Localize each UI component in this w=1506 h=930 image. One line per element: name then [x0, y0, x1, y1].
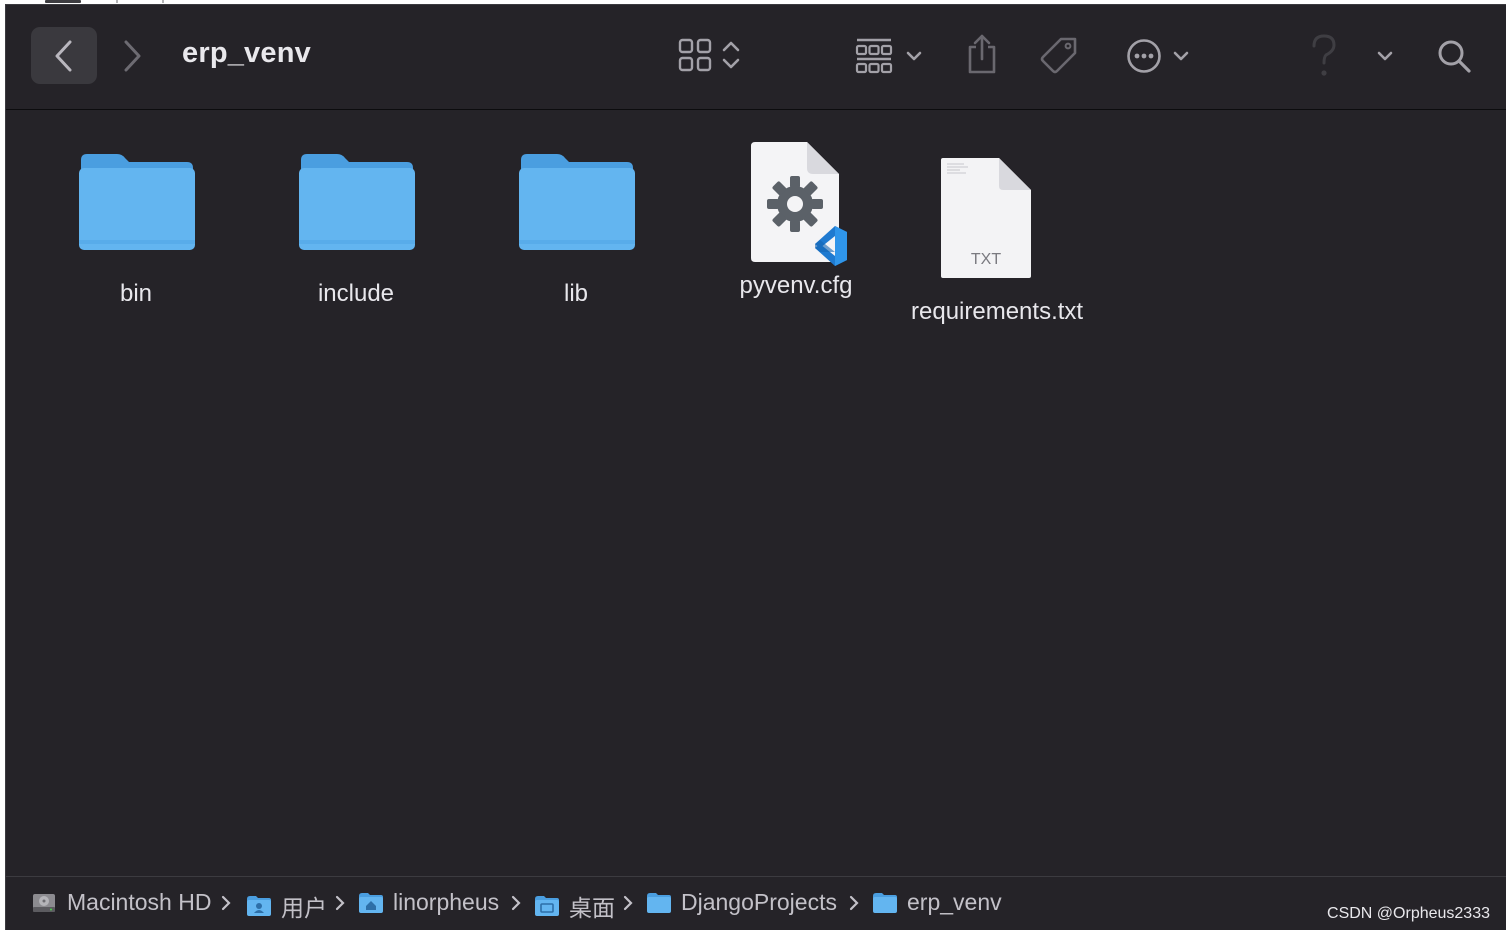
path-item-djangoprojects[interactable]: DjangoProjects — [646, 889, 837, 916]
folder-icon — [647, 892, 671, 913]
chevron-down-icon — [1377, 51, 1393, 61]
watermark: CSDN @Orpheus2333 — [1327, 905, 1490, 922]
toolbar: erp_venv — [6, 5, 1506, 110]
folder-icon — [519, 154, 635, 250]
path-item-label: 桌面 — [569, 895, 615, 921]
forward-button[interactable] — [110, 27, 154, 84]
folder-icon — [873, 892, 897, 913]
chevron-right-icon — [510, 894, 522, 917]
path-item-users[interactable]: 用户 — [246, 889, 327, 923]
chevron-down-icon — [906, 51, 922, 61]
file-item-label: pyvenv.cfg — [739, 272, 853, 299]
path-item-macintosh-hd[interactable]: Macintosh HD — [30, 889, 211, 916]
users-folder-icon — [247, 896, 271, 916]
view-mode-button[interactable] — [674, 35, 746, 75]
back-button[interactable] — [31, 27, 97, 84]
share-button[interactable] — [961, 31, 1003, 77]
search-button[interactable] — [1434, 35, 1474, 77]
chevron-up-down-icon — [722, 41, 740, 69]
file-item-include[interactable]: include — [281, 150, 431, 308]
help-button[interactable] — [1306, 31, 1342, 81]
txt-badge: TXT — [971, 251, 1001, 268]
tags-button[interactable] — [1036, 33, 1082, 79]
path-item-label: erp_venv — [907, 889, 1002, 915]
share-icon — [968, 34, 996, 74]
grid-view-icon — [678, 38, 712, 72]
group-button[interactable] — [851, 35, 927, 77]
tag-icon — [1040, 37, 1077, 74]
window-title: erp_venv — [182, 37, 311, 69]
path-item-erp-venv[interactable]: erp_venv — [872, 889, 1002, 916]
path-item-label: DjangoProjects — [681, 889, 837, 915]
file-item-label: requirements.txt — [911, 298, 1084, 325]
group-icon — [855, 38, 893, 74]
folder-icon — [299, 154, 415, 250]
ellipsis-circle-icon — [1127, 39, 1161, 73]
more-actions-button[interactable] — [1122, 35, 1194, 77]
hard-drive-icon — [33, 893, 55, 912]
file-item-requirements-txt[interactable]: TXT requirements.txt — [911, 156, 1084, 326]
file-item-label: include — [317, 280, 395, 307]
file-item-label: bin — [119, 280, 153, 307]
folder-icon — [79, 154, 195, 250]
text-file-icon: TXT — [941, 158, 1031, 278]
toolbar-overflow-button[interactable] — [1372, 43, 1398, 69]
path-item-desktop[interactable]: 桌面 — [534, 889, 615, 923]
chevron-right-icon — [622, 894, 634, 917]
chevron-down-icon — [1173, 51, 1189, 61]
path-bar: Macintosh HD 用户 linorpheus 桌面 DjangoProj… — [6, 876, 1506, 930]
file-item-bin[interactable]: bin — [61, 150, 211, 308]
question-mark-icon — [1312, 34, 1336, 76]
file-grid: bin include lib pyvenv.cfg TXT requireme… — [6, 110, 1506, 876]
chevron-right-icon — [848, 894, 860, 917]
file-item-lib[interactable]: lib — [501, 150, 651, 308]
desktop-folder-icon — [535, 896, 559, 916]
path-item-label: Macintosh HD — [67, 889, 212, 915]
path-item-label: linorpheus — [393, 889, 500, 915]
file-item-pyvenv-cfg[interactable]: pyvenv.cfg — [721, 138, 871, 300]
chevron-right-icon — [124, 40, 141, 71]
chevron-right-icon — [334, 894, 346, 917]
home-folder-icon — [359, 892, 383, 913]
search-icon — [1438, 40, 1471, 73]
chevron-left-icon — [55, 40, 72, 71]
file-item-label: lib — [563, 280, 588, 307]
path-item-label: 用户 — [281, 895, 327, 921]
config-file-icon — [751, 142, 847, 266]
path-item-linorpheus[interactable]: linorpheus — [358, 889, 499, 916]
chevron-right-icon — [220, 894, 232, 917]
finder-window: erp_venv bin include lib pyvenv.cfg TXT … — [5, 4, 1506, 930]
